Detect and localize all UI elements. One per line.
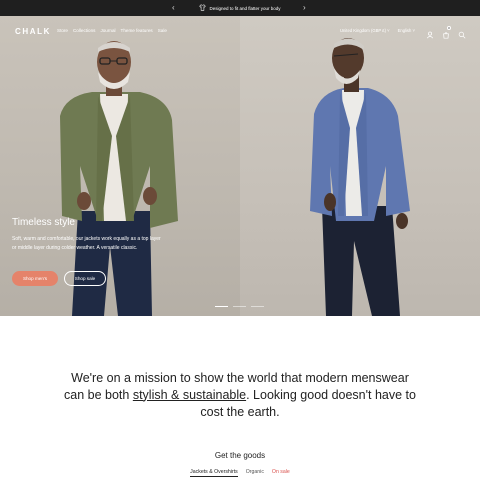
- product-tabs: Jackets & Overshirts Organic On sale: [0, 469, 480, 477]
- slideshow-dots: [215, 306, 264, 307]
- cart-count-badge: 0: [447, 26, 451, 30]
- announcement-bar: ‹ Designed to fit and flatter your body …: [0, 0, 480, 16]
- hero-description: Soft, warm and comfortable, our jackets …: [12, 236, 161, 251]
- shop-mens-button[interactable]: Shop men's: [12, 271, 58, 286]
- slide-dot-3[interactable]: [251, 306, 264, 307]
- tab-on-sale[interactable]: On sale: [272, 469, 290, 477]
- slide-dot-1[interactable]: [215, 306, 228, 307]
- chevron-left-icon[interactable]: ‹: [172, 2, 175, 14]
- nav-item-store[interactable]: Store: [57, 28, 68, 33]
- main-nav: Store Collections Journal Theme features…: [57, 28, 167, 33]
- locale-selectors: United Kingdom (GBP £) ˅ English ˅: [340, 28, 415, 33]
- country-value: United Kingdom (GBP £): [340, 28, 387, 33]
- chevron-right-icon[interactable]: ›: [303, 2, 306, 14]
- mission-highlight-link[interactable]: stylish & sustainable: [133, 388, 246, 402]
- slide-dot-2[interactable]: [233, 306, 246, 307]
- shirt-icon: [199, 4, 207, 12]
- mission-statement: We're on a mission to show the world tha…: [60, 370, 420, 421]
- logo[interactable]: CHALK: [15, 27, 51, 36]
- language-selector[interactable]: English ˅: [398, 28, 415, 33]
- shop-sale-button[interactable]: Shop sale: [64, 271, 106, 286]
- account-icon[interactable]: [426, 26, 434, 39]
- search-icon[interactable]: [458, 26, 466, 39]
- announcement-text: Designed to fit and flatter your body: [209, 5, 281, 11]
- hero-title: Timeless style: [12, 217, 75, 228]
- announcement-message: Designed to fit and flatter your body: [199, 4, 281, 12]
- country-selector[interactable]: United Kingdom (GBP £) ˅: [340, 28, 390, 33]
- nav-item-journal[interactable]: Journal: [100, 28, 115, 33]
- site-header: CHALK Store Collections Journal Theme fe…: [0, 16, 480, 46]
- tab-jackets-overshirts[interactable]: Jackets & Overshirts: [190, 469, 238, 477]
- goods-heading: Get the goods: [214, 451, 266, 460]
- hero-image-blue-jacket: [240, 16, 480, 316]
- header-icons: [426, 26, 466, 39]
- tab-organic[interactable]: Organic: [246, 469, 264, 477]
- nav-item-collections[interactable]: Collections: [73, 28, 95, 33]
- language-value: English: [397, 28, 412, 33]
- nav-item-sale[interactable]: Sale: [158, 28, 167, 33]
- nav-item-theme-features[interactable]: Theme features: [121, 28, 153, 33]
